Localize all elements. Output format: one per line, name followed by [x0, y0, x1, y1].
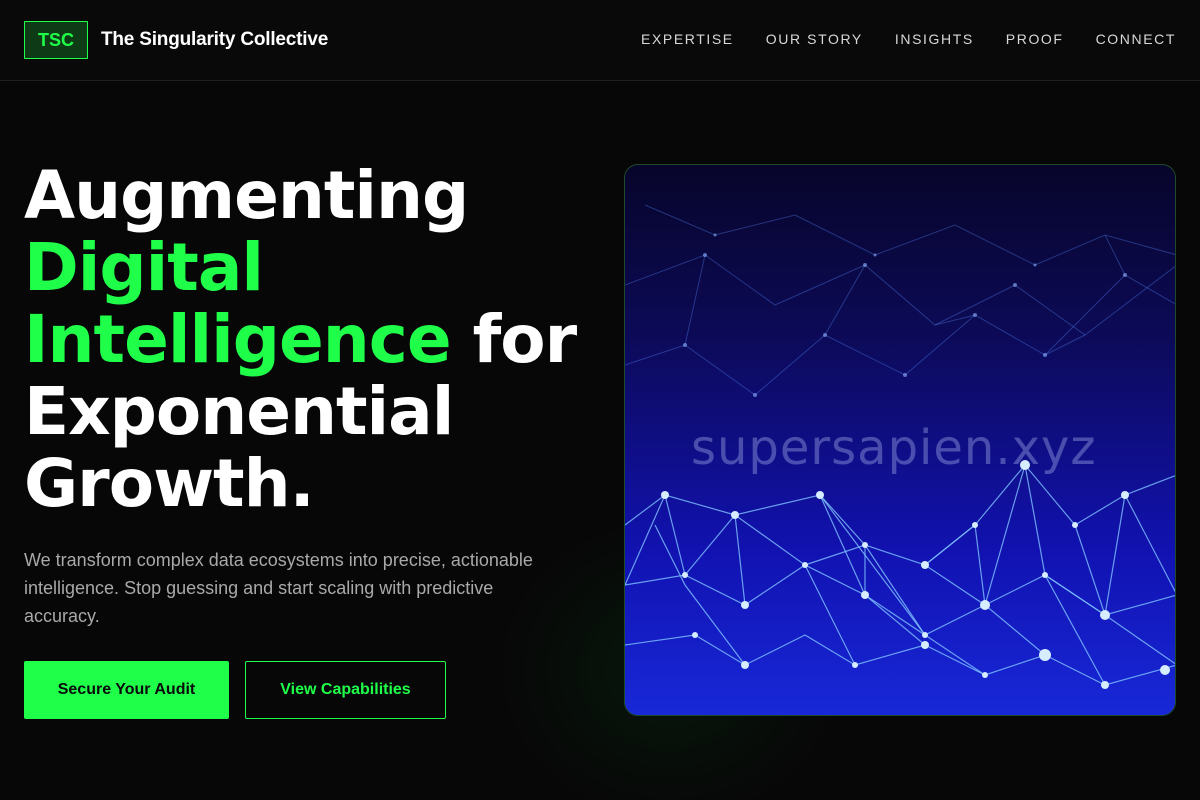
- image-watermark: supersapien.xyz: [691, 420, 1097, 476]
- nav-item-our-story[interactable]: OUR STORY: [766, 31, 863, 47]
- hero-description: We transform complex data ecosystems int…: [24, 550, 533, 626]
- nav-item-expertise[interactable]: EXPERTISE: [641, 31, 734, 47]
- headline-line-4: Exponential: [24, 373, 454, 450]
- site-header: TSC The Singularity Collective EXPERTISE…: [0, 0, 1200, 81]
- nav-item-insights[interactable]: INSIGHTS: [895, 31, 974, 47]
- headline-for: for: [472, 301, 578, 378]
- headline-line-1: Augmenting: [24, 157, 469, 234]
- nav-item-proof[interactable]: PROOF: [1006, 31, 1064, 47]
- hero-headline: Augmenting Digital Intelligence for Expo…: [24, 160, 604, 520]
- view-capabilities-button[interactable]: View Capabilities: [245, 661, 446, 719]
- main-nav: EXPERTISE OUR STORY INSIGHTS PROOF CONNE…: [641, 31, 1176, 47]
- headline-accent-digital: Digital: [24, 229, 264, 306]
- hero-network-image: supersapien.xyz: [624, 164, 1176, 716]
- nav-item-connect[interactable]: CONNECT: [1096, 31, 1176, 47]
- brand-name[interactable]: The Singularity Collective: [101, 29, 328, 51]
- headline-accent-intelligence: Intelligence: [24, 301, 452, 378]
- secure-audit-button[interactable]: Secure Your Audit: [24, 661, 229, 719]
- headline-line-5: Growth.: [24, 445, 315, 522]
- logo-badge[interactable]: TSC: [24, 21, 88, 59]
